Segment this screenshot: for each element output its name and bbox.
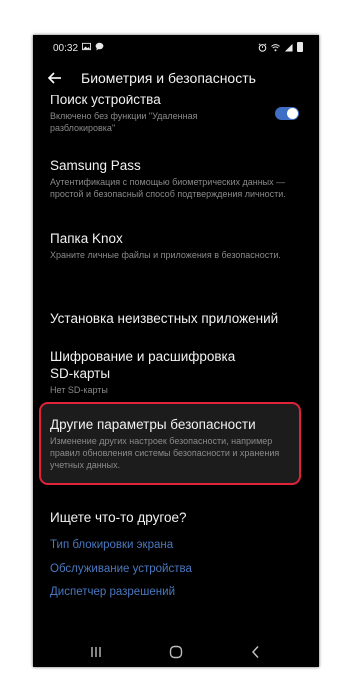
status-left-icons <box>82 42 104 51</box>
back-arrow-icon[interactable] <box>45 68 65 88</box>
setting-description: Изменение других настроек безопасности, … <box>50 436 280 470</box>
alarm-icon <box>258 42 267 52</box>
setting-title: Установка неизвестных приложений <box>50 311 279 326</box>
link-permission-manager[interactable]: Диспетчер разрешений <box>50 586 175 598</box>
setting-find-device[interactable]: Поиск устройства Включено без функции "У… <box>50 95 300 134</box>
link-screen-lock-type[interactable]: Тип блокировки экрана <box>50 539 173 551</box>
navigation-bar <box>33 637 319 667</box>
setting-unknown-apps[interactable]: Установка неизвестных приложений <box>50 310 300 327</box>
setting-title: Samsung Pass <box>50 158 141 173</box>
setting-description: Включено без функции "Удаленная разблоки… <box>50 111 198 133</box>
battery-icon <box>297 42 303 52</box>
image-icon <box>82 42 91 51</box>
link-device-care[interactable]: Обслуживание устройства <box>50 563 192 575</box>
setting-knox-folder[interactable]: Папка Knox Храните личные файлы и прилож… <box>50 230 300 261</box>
recents-icon[interactable] <box>87 643 105 661</box>
app-header: Биометрия и безопасность <box>33 65 319 95</box>
setting-title: Шифрование и расшифровка SD-карты <box>50 349 236 381</box>
setting-title: Папка Knox <box>50 231 123 246</box>
page-title: Биометрия и безопасность <box>81 70 256 86</box>
status-right-icons <box>258 42 303 52</box>
status-bar: 00:32 <box>33 35 319 61</box>
setting-title: Другие параметры безопасности <box>50 417 256 432</box>
setting-samsung-pass[interactable]: Samsung Pass Аутентификация с помощью би… <box>50 157 300 200</box>
setting-description: Храните личные файлы и приложения в безо… <box>50 250 281 260</box>
looking-for-else-heading: Ищете что-то другое? <box>50 510 187 525</box>
setting-description: Аутентификация с помощью биометрических … <box>50 177 286 199</box>
home-icon[interactable] <box>167 643 185 661</box>
chat-bubble-icon <box>95 42 104 51</box>
setting-other-security[interactable]: Другие параметры безопасности Изменение … <box>50 416 290 471</box>
phone-screen: 00:32 Биометрия и безопасность Поиск уст… <box>33 35 319 667</box>
nav-back-icon[interactable] <box>247 643 265 661</box>
status-time: 00:32 <box>53 43 79 54</box>
signal-icon <box>284 43 293 52</box>
find-device-toggle[interactable] <box>275 107 299 120</box>
setting-sd-encryption[interactable]: Шифрование и расшифровка SD-карты Нет SD… <box>50 348 300 396</box>
wifi-icon <box>271 43 280 51</box>
toggle-knob <box>287 108 298 119</box>
setting-title: Поиск устройства <box>50 95 161 107</box>
setting-description: Нет SD-карты <box>50 385 108 395</box>
settings-list[interactable]: Поиск устройства Включено без функции "У… <box>33 95 319 635</box>
